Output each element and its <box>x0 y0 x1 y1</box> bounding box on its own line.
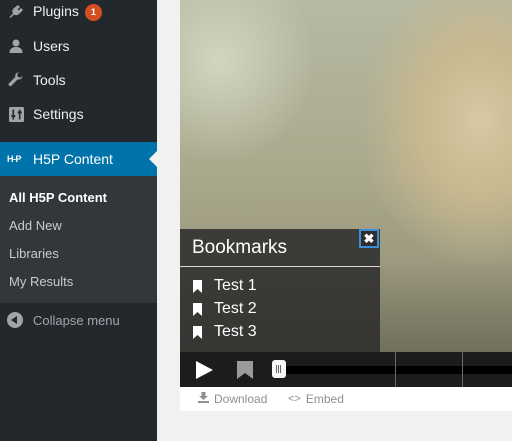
settings-sliders-icon <box>7 105 25 123</box>
update-count-badge: 1 <box>84 4 102 21</box>
bookmark-item[interactable]: Test 3 <box>193 322 257 342</box>
bookmarks-title: Bookmarks <box>192 237 288 258</box>
sidebar-item-plugins[interactable]: Plugins 1 <box>0 0 157 29</box>
download-label: Download <box>214 392 268 406</box>
bookmark-icon <box>193 279 202 293</box>
close-icon: ✖ <box>363 230 375 246</box>
user-icon <box>7 37 25 55</box>
bookmark-marker <box>462 352 463 387</box>
close-bookmarks-button[interactable]: ✖ <box>359 229 379 248</box>
embed-code-icon: <> <box>288 393 301 405</box>
bookmarks-toggle-button[interactable] <box>237 361 253 379</box>
collapse-arrow-icon <box>7 312 23 328</box>
submenu-item-my-results[interactable]: My Results <box>9 274 73 289</box>
submenu-item-add-new[interactable]: Add New <box>9 218 62 233</box>
sidebar-item-tools[interactable]: Tools <box>0 63 157 97</box>
sidebar-item-h5p-content[interactable]: H-P H5P Content <box>0 142 157 176</box>
bookmark-label: Test 2 <box>214 300 257 317</box>
wrench-icon <box>7 71 25 89</box>
collapse-menu-label: Collapse menu <box>33 313 120 328</box>
bookmark-item[interactable]: Test 1 <box>193 276 257 296</box>
seek-handle[interactable] <box>272 360 286 378</box>
bookmark-icon <box>193 325 202 339</box>
sidebar-item-settings[interactable]: Settings <box>0 97 157 131</box>
play-button[interactable] <box>196 361 213 379</box>
sidebar-item-label: Settings <box>33 106 84 122</box>
sidebar-item-label: Users <box>33 38 70 54</box>
plug-icon <box>7 3 25 21</box>
h5p-actions-bar: Download <> Embed <box>180 387 512 411</box>
embed-link[interactable]: <> Embed <box>288 392 344 406</box>
h5p-submenu: All H5P Content Add New Libraries My Res… <box>0 176 157 303</box>
collapse-menu-button[interactable]: Collapse menu <box>0 307 157 335</box>
download-icon <box>198 392 209 406</box>
bookmark-icon <box>193 302 202 316</box>
download-link[interactable]: Download <box>198 392 267 406</box>
sidebar-item-label: Plugins <box>33 3 79 19</box>
submenu-item-libraries[interactable]: Libraries <box>9 246 59 261</box>
bookmarks-panel: Bookmarks ✖ Test 1 Test 2 Test 3 <box>180 229 380 352</box>
sidebar-item-label: Tools <box>33 72 66 88</box>
bookmark-marker <box>395 352 396 387</box>
embed-label: Embed <box>305 392 344 406</box>
bookmark-item[interactable]: Test 2 <box>193 299 257 319</box>
player-controls <box>180 352 512 387</box>
sidebar-item-users[interactable]: Users <box>0 29 157 63</box>
bookmark-label: Test 1 <box>214 277 257 294</box>
h5p-logo-icon: H-P <box>7 154 22 164</box>
bookmark-label: Test 3 <box>214 323 257 340</box>
divider <box>180 266 380 267</box>
current-menu-pointer <box>149 151 157 167</box>
admin-sidebar: Plugins 1 Users Tools Settings H-P H5P Co… <box>0 0 157 441</box>
sidebar-item-label: H5P Content <box>33 151 113 167</box>
submenu-item-all-h5p-content[interactable]: All H5P Content <box>9 190 107 205</box>
